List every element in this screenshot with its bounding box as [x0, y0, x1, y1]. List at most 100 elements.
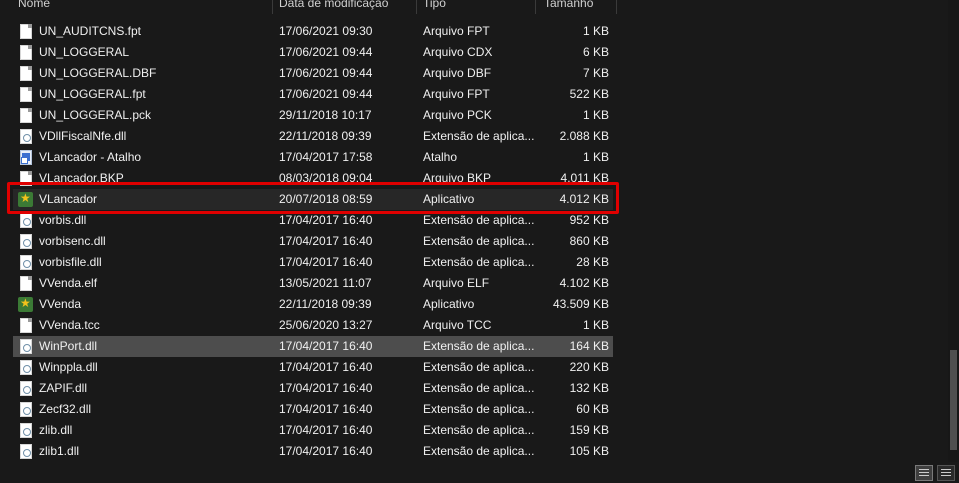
- file-size: 159 KB: [569, 423, 609, 437]
- file-size: 860 KB: [569, 234, 609, 248]
- file-date: 17/06/2021 09:30: [279, 24, 373, 38]
- file-type: Extensão de aplica...: [423, 255, 535, 269]
- file-row[interactable]: VDllFiscalNfe.dll 22/11/2018 09:39 Extensã…: [13, 126, 613, 147]
- file-date: 17/04/2017 16:40: [279, 339, 373, 353]
- file-name: UN_LOGGERAL.DBF: [39, 66, 157, 80]
- file-name: vorbisfile.dll: [39, 255, 102, 269]
- file-size: 7 KB: [582, 66, 609, 80]
- file-size: 164 KB: [569, 339, 609, 353]
- file-date: 22/11/2018 09:39: [279, 297, 372, 311]
- column-divider[interactable]: [535, 0, 536, 14]
- file-size: 1 KB: [582, 318, 609, 332]
- file-type: Extensão de aplica...: [423, 129, 535, 143]
- file-size: 6 KB: [582, 45, 609, 59]
- file-date: 25/06/2020 13:27: [279, 318, 373, 332]
- file-size: 105 KB: [569, 444, 609, 458]
- details-view-icon[interactable]: [915, 465, 933, 481]
- file-row[interactable]: zlib.dll 17/04/2017 16:40 Extensão de apli…: [13, 420, 613, 441]
- file-name: Zecf32.dll: [39, 402, 92, 416]
- file-row[interactable]: UN_AUDITCNS.fpt 17/06/2021 09:30 Arquivo F…: [13, 21, 613, 42]
- column-divider[interactable]: [272, 0, 273, 14]
- file-name: zlib1.dll: [39, 444, 80, 458]
- dll-icon: [20, 402, 32, 417]
- file-name: UN_LOGGERAL.fpt: [39, 87, 146, 101]
- file-type: Extensão de aplica...: [423, 339, 535, 353]
- file-row[interactable]: VVenda.elf 13/05/2021 11:07 Arquivo ELF 4.1…: [13, 273, 613, 294]
- file-date: 17/04/2017 16:40: [279, 234, 373, 248]
- dll-icon: [20, 234, 32, 249]
- dll-icon: [20, 423, 32, 438]
- file-icon: [20, 24, 32, 39]
- annotation-highlight-box: [7, 182, 619, 214]
- file-row[interactable]: zlib1.dll 17/04/2017 16:40 Extensão de apl…: [13, 441, 613, 462]
- file-row[interactable]: vorbisenc.dll 17/04/2017 16:40 Extensão de…: [13, 231, 613, 252]
- file-row[interactable]: UN_LOGGERAL.fpt 17/06/2021 09:44 Arquivo F…: [13, 84, 613, 105]
- file-type: Extensão de aplica...: [423, 444, 535, 458]
- dll-icon: [20, 339, 32, 354]
- dll-icon: [20, 213, 32, 228]
- file-size: 60 KB: [576, 402, 609, 416]
- file-date: 13/05/2021 11:07: [279, 276, 372, 290]
- file-name: UN_AUDITCNS.fpt: [39, 24, 142, 38]
- file-row[interactable]: Winppla.dll 17/04/2017 16:40 Extensão de a…: [13, 357, 613, 378]
- file-row[interactable]: VLancador - Atalho 17/04/2017 17:58 Atalho…: [13, 147, 613, 168]
- column-header: Nome Data de modificação Tipo Tamanho: [0, 0, 617, 14]
- dll-icon: [20, 360, 32, 375]
- file-row[interactable]: UN_LOGGERAL.pck 29/11/2018 10:17 Arquivo P…: [13, 105, 613, 126]
- file-name: WinPort.dll: [39, 339, 98, 353]
- file-icon: [20, 87, 32, 102]
- file-icon: [20, 108, 32, 123]
- column-divider[interactable]: [416, 0, 417, 14]
- file-date: 17/04/2017 16:40: [279, 255, 373, 269]
- file-icon: [20, 276, 32, 291]
- file-size: 1 KB: [582, 24, 609, 38]
- file-date: 22/11/2018 09:39: [279, 129, 372, 143]
- file-row[interactable]: UN_LOGGERAL.DBF 17/06/2021 09:44 Arquivo D…: [13, 63, 613, 84]
- file-row[interactable]: VVenda 22/11/2018 09:39 Aplicativo 43.509 K…: [13, 294, 613, 315]
- file-date: 17/04/2017 16:40: [279, 381, 373, 395]
- file-row[interactable]: WinPort.dll 17/04/2017 16:40 Extensão de a…: [13, 336, 613, 357]
- column-date[interactable]: Data de modificação: [279, 0, 388, 14]
- file-type: Arquivo FPT: [423, 87, 490, 101]
- file-size: 28 KB: [576, 255, 609, 269]
- file-date: 17/04/2017 17:58: [279, 150, 373, 164]
- shortcut-icon: [20, 150, 32, 165]
- vertical-scrollbar[interactable]: [948, 0, 959, 462]
- file-type: Arquivo FPT: [423, 24, 490, 38]
- file-size: 2.088 KB: [559, 129, 609, 143]
- file-row[interactable]: VVenda.tcc 25/06/2020 13:27 Arquivo TCC 1 K…: [13, 315, 613, 336]
- file-name: VDllFiscalNfe.dll: [39, 129, 127, 143]
- file-icon: [20, 318, 32, 333]
- file-size: 43.509 KB: [552, 297, 609, 311]
- dll-icon: [20, 381, 32, 396]
- file-row[interactable]: UN_LOGGERAL 17/06/2021 09:44 Arquivo CDX 6 …: [13, 42, 613, 63]
- file-name: Winppla.dll: [39, 360, 98, 374]
- file-row[interactable]: Zecf32.dll 17/04/2017 16:40 Extensão de ap…: [13, 399, 613, 420]
- file-date: 17/04/2017 16:40: [279, 360, 373, 374]
- file-type: Atalho: [423, 150, 458, 164]
- file-type: Extensão de aplica...: [423, 423, 535, 437]
- file-date: 29/11/2018 10:17: [279, 108, 372, 122]
- column-size[interactable]: Tamanho: [544, 0, 593, 14]
- file-name: ZAPIF.dll: [39, 381, 88, 395]
- file-type: Aplicativo: [423, 297, 475, 311]
- column-name[interactable]: Nome: [18, 0, 50, 14]
- status-bar: [0, 462, 959, 483]
- file-icon: [20, 45, 32, 60]
- column-type[interactable]: Tipo: [423, 0, 446, 14]
- file-name: VLancador - Atalho: [39, 150, 142, 164]
- scrollbar-thumb[interactable]: [950, 350, 957, 450]
- file-type: Arquivo PCK: [423, 108, 492, 122]
- large-icons-view-icon[interactable]: [937, 465, 955, 481]
- file-type: Arquivo TCC: [423, 318, 492, 332]
- file-name: VVenda: [39, 297, 82, 311]
- file-size: 1 KB: [582, 108, 609, 122]
- file-date: 17/04/2017 16:40: [279, 444, 373, 458]
- file-name: UN_LOGGERAL: [39, 45, 130, 59]
- dll-icon: [20, 444, 32, 459]
- file-row[interactable]: ZAPIF.dll 17/04/2017 16:40 Extensão de apl…: [13, 378, 613, 399]
- file-row[interactable]: vorbisfile.dll 17/04/2017 16:40 Extensão d…: [13, 252, 613, 273]
- file-type: Arquivo ELF: [423, 276, 490, 290]
- column-divider[interactable]: [616, 0, 617, 14]
- file-name: UN_LOGGERAL.pck: [39, 108, 152, 122]
